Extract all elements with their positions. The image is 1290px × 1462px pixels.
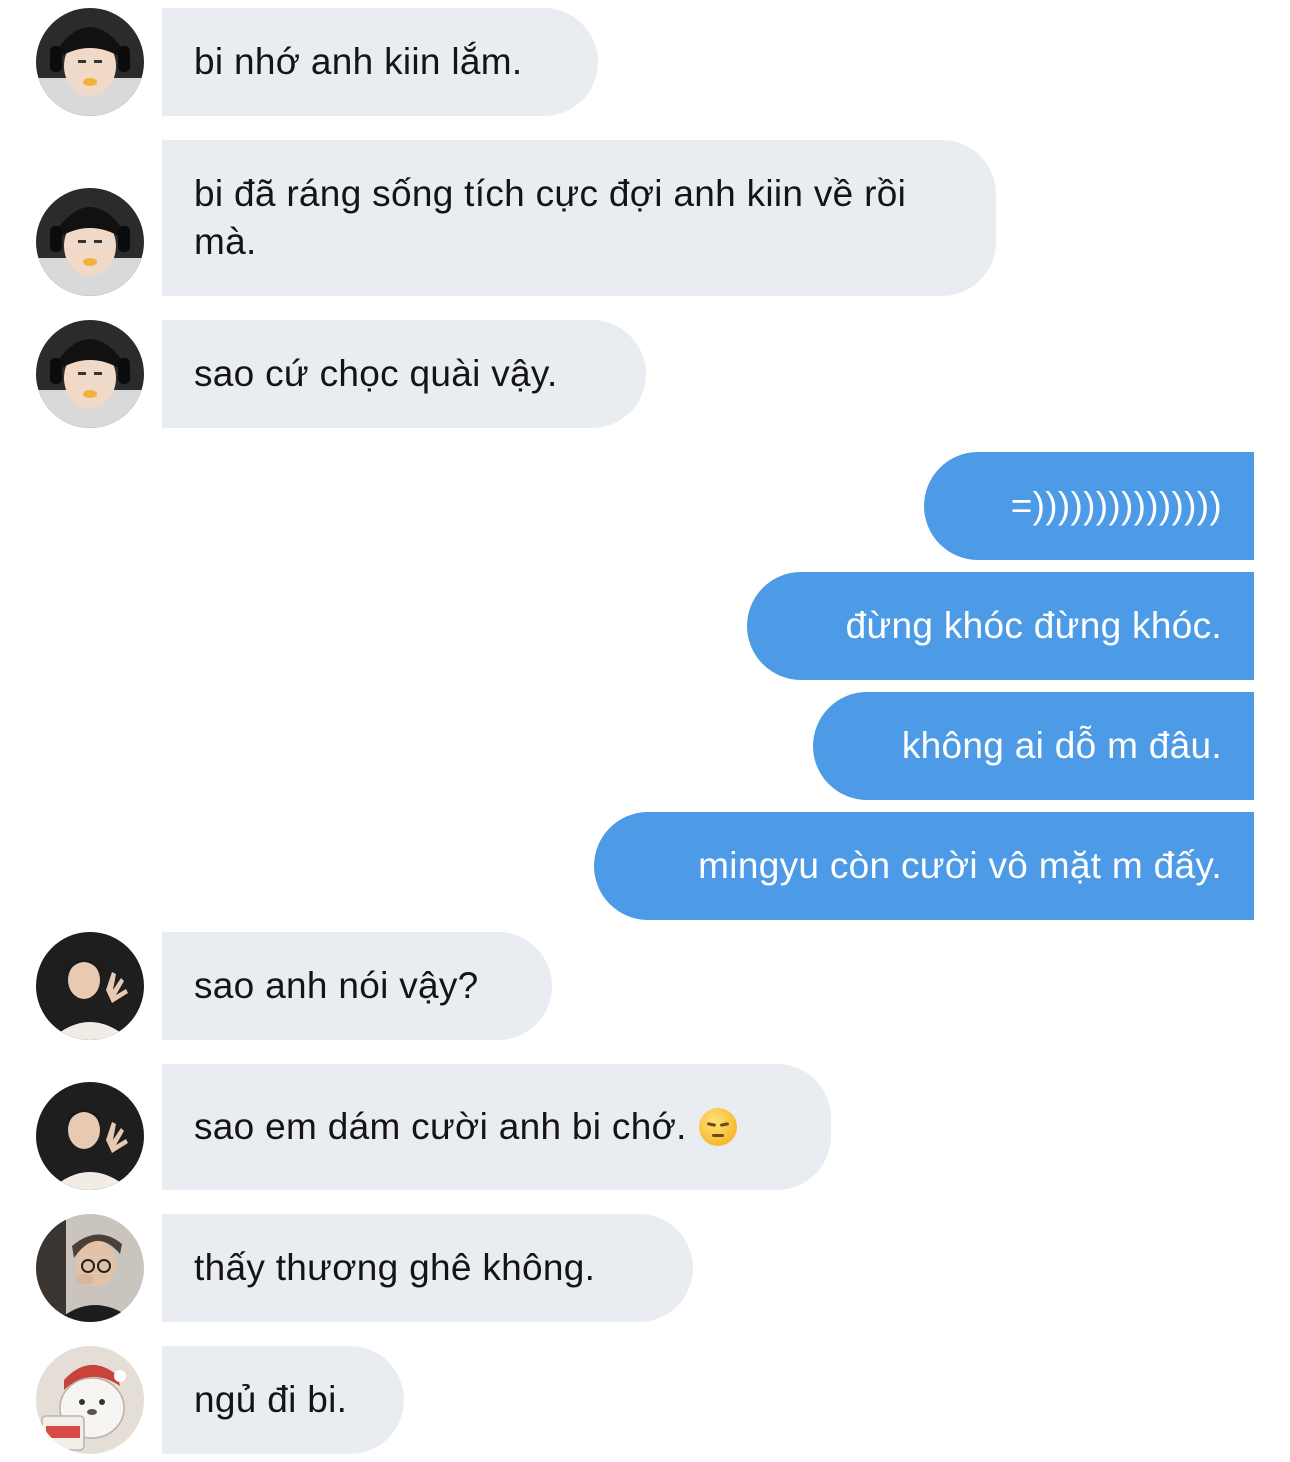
incoming-message[interactable]: sao anh nói vậy?: [162, 932, 552, 1040]
message-text: bi nhớ anh kiin lắm.: [194, 41, 523, 82]
message-text: sao em dám cười anh bi chớ.: [194, 1106, 687, 1147]
message-text: ngủ đi bi.: [194, 1379, 348, 1420]
message-text: mingyu còn cười vô mặt m đấy.: [698, 845, 1222, 886]
avatar-guy-claw-pose[interactable]: [36, 1082, 144, 1190]
message-text: sao cứ chọc quài vậy.: [194, 353, 558, 394]
outgoing-message[interactable]: =))))))))))))))): [924, 452, 1254, 560]
incoming-message[interactable]: bi nhớ anh kiin lắm.: [162, 8, 598, 116]
avatar-cartoon-bear[interactable]: [36, 1346, 144, 1454]
avatar-gamer-headset[interactable]: [36, 188, 144, 296]
message-text: đừng khóc đừng khóc.: [845, 605, 1222, 646]
incoming-message[interactable]: bi đã ráng sống tích cực đợi anh kiin về…: [162, 140, 996, 296]
avatar-guy-glasses[interactable]: [36, 1214, 144, 1322]
outgoing-message[interactable]: không ai dỗ m đâu.: [813, 692, 1254, 800]
pensive-face-icon: [698, 1108, 737, 1146]
incoming-message[interactable]: ngủ đi bi.: [162, 1346, 404, 1454]
incoming-message[interactable]: thấy thương ghê không.: [162, 1214, 693, 1322]
outgoing-message[interactable]: đừng khóc đừng khóc.: [747, 572, 1254, 680]
message-text: =))))))))))))))): [1010, 485, 1222, 526]
outgoing-message[interactable]: mingyu còn cười vô mặt m đấy.: [594, 812, 1254, 920]
message-text: bi đã ráng sống tích cực đợi anh kiin về…: [194, 173, 907, 262]
incoming-message[interactable]: sao em dám cười anh bi chớ.: [162, 1064, 831, 1190]
avatar-gamer-headset[interactable]: [36, 8, 144, 116]
avatar-gamer-headset[interactable]: [36, 320, 144, 428]
incoming-message[interactable]: sao cứ chọc quài vậy.: [162, 320, 646, 428]
message-text: sao anh nói vậy?: [194, 965, 479, 1006]
avatar-guy-claw-pose[interactable]: [36, 932, 144, 1040]
message-text: không ai dỗ m đâu.: [901, 725, 1222, 766]
message-text: thấy thương ghê không.: [194, 1247, 596, 1288]
